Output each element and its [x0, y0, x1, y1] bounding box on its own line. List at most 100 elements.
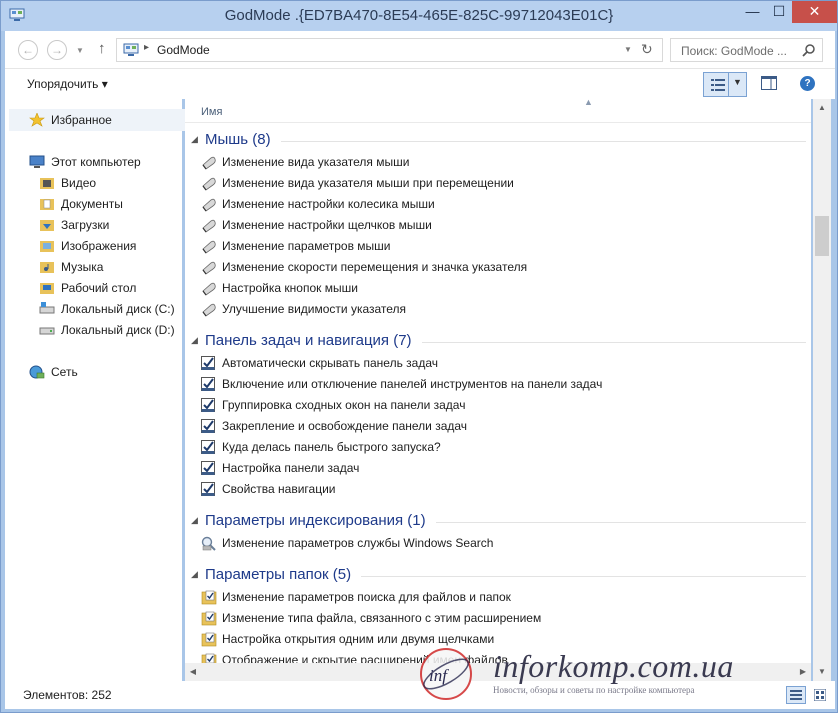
recent-locations-chevron-icon[interactable]: ▼	[76, 46, 84, 55]
search-icon[interactable]	[802, 43, 816, 57]
column-header-name[interactable]: Имя ▲	[185, 99, 811, 123]
collapse-chevron-icon[interactable]: ◢	[191, 515, 198, 526]
list-item-label: Улучшение видимости указателя	[222, 302, 407, 316]
list-item-label: Изменение вида указателя мыши при переме…	[222, 176, 514, 190]
list-item-label: Настройка панели задач	[222, 461, 360, 475]
group-divider	[361, 576, 806, 577]
list-item[interactable]: Изменение параметров поиска для файлов и…	[185, 587, 811, 608]
file-list: Имя ▲ ◢ Мышь (8) Изменение вида указателя …	[185, 99, 811, 681]
view-button-divider	[728, 73, 729, 96]
list-item[interactable]: Изменение типа файла, связанного с этим …	[185, 608, 811, 629]
group-header[interactable]: ◢ Мышь (8)	[185, 128, 811, 152]
change-view-button[interactable]: ▼	[703, 72, 747, 97]
list-item[interactable]: Изменение параметров мыши	[185, 236, 811, 257]
list-item-label: Включение или отключение панелей инструм…	[222, 377, 603, 391]
list-item[interactable]: Автоматически скрывать панель задач	[185, 353, 811, 374]
details-view-button[interactable]	[786, 686, 806, 704]
details-view-icon	[711, 79, 725, 91]
list-item-label: Изменение параметров службы Windows Sear…	[222, 536, 494, 550]
list-item[interactable]: Изменение вида указателя мыши при переме…	[185, 173, 811, 194]
list-item[interactable]: Группировка сходных окон на панели задач	[185, 395, 811, 416]
breadcrumb-separator[interactable]: ▸	[144, 42, 149, 53]
collapse-chevron-icon[interactable]: ◢	[191, 134, 198, 145]
breadcrumb-godmode[interactable]: GodMode	[157, 43, 210, 57]
address-bar[interactable]: ▸ GodMode ▼ ↻	[116, 38, 663, 62]
search-input[interactable]: Поиск: GodMode ...	[681, 44, 787, 58]
help-button[interactable]: ?	[800, 76, 815, 91]
large-icons-view-button[interactable]	[811, 686, 831, 704]
search-box[interactable]: Поиск: GodMode ...	[670, 38, 823, 62]
list-item[interactable]: Изменение скорости перемещения и значка …	[185, 257, 811, 278]
collapse-chevron-icon[interactable]: ◢	[191, 569, 198, 580]
list-item-label: Изменение настройки щелчков мыши	[222, 218, 432, 232]
list-item[interactable]: Настройка панели задач	[185, 458, 811, 479]
vertical-scrollbar[interactable]: ▲ ▼	[813, 99, 831, 681]
sidebar-item-label: Документы	[61, 197, 123, 211]
sidebar-item-label: Локальный диск (C:)	[61, 302, 175, 316]
group-header[interactable]: ◢ Параметры папок (5)	[185, 563, 811, 587]
taskbar-icon	[201, 482, 217, 497]
drive-icon	[39, 327, 55, 335]
list-item[interactable]: Настройка кнопок мыши	[185, 278, 811, 299]
list-item[interactable]: Настройка открытия одним или двумя щелчк…	[185, 629, 811, 650]
list-item-label: Изменение типа файла, связанного с этим …	[222, 611, 542, 625]
list-item-label: Изменение скорости перемещения и значка …	[222, 260, 528, 274]
group-header[interactable]: ◢ Параметры индексирования (1)	[185, 509, 811, 533]
maximize-button[interactable]: ☐	[766, 1, 792, 23]
list-item[interactable]: Изменение настройки щелчков мыши	[185, 215, 811, 236]
scroll-up-icon[interactable]: ▲	[813, 99, 831, 117]
downloads-folder-icon	[40, 220, 54, 231]
indexing-icon	[201, 536, 217, 551]
scroll-down-icon[interactable]: ▼	[813, 663, 831, 681]
list-item[interactable]: Включение или отключение панелей инструм…	[185, 374, 811, 395]
scroll-thumb[interactable]	[815, 216, 829, 256]
sidebar-item-label: Избранное	[51, 113, 112, 127]
close-button[interactable]: ✕	[792, 1, 837, 23]
mouse-icon	[201, 239, 217, 254]
list-item[interactable]: Куда делась панель быстрого запуска?	[185, 437, 811, 458]
folder-options-icon	[201, 611, 217, 626]
up-button[interactable]: ↑	[98, 40, 106, 57]
refresh-button[interactable]: ↻	[641, 41, 653, 58]
navigation-bar: ← → ▼ ↑ ▸ GodMode ▼ ↻ Поиск: GodMode ...	[5, 31, 835, 69]
collapse-chevron-icon[interactable]: ◢	[191, 335, 198, 346]
mouse-icon	[201, 218, 217, 233]
list-item[interactable]: Изменение параметров службы Windows Sear…	[185, 533, 811, 554]
list-item-label: Группировка сходных окон на панели задач	[222, 398, 466, 412]
list-item-label: Изменение вида указателя мыши	[222, 155, 410, 169]
command-bar: Упорядочить ▾ ▼ ?	[5, 69, 835, 99]
group-divider	[436, 522, 806, 523]
list-item-label: Закрепление и освобождение панели задач	[222, 419, 468, 433]
mouse-icon	[201, 302, 217, 317]
forward-button[interactable]: →	[47, 40, 67, 60]
control-panel-icon	[123, 43, 139, 56]
list-item[interactable]: Изменение настройки колесика мыши	[185, 194, 811, 215]
list-item[interactable]: Улучшение видимости указателя	[185, 299, 811, 320]
organize-button[interactable]: Упорядочить ▾	[27, 77, 108, 91]
list-item-label: Изменение настройки колесика мыши	[222, 197, 435, 211]
music-folder-icon	[40, 262, 54, 273]
explorer-window: GodMode .{ED7BA470-8E54-465E-825C-997120…	[0, 0, 838, 713]
preview-pane-icon[interactable]	[761, 76, 777, 90]
address-dropdown-chevron-icon[interactable]: ▼	[624, 45, 632, 54]
list-item[interactable]: Изменение вида указателя мыши	[185, 152, 811, 173]
pictures-folder-icon	[40, 241, 54, 252]
scroll-left-icon[interactable]: ◀	[185, 663, 201, 681]
back-button[interactable]: ←	[18, 40, 38, 60]
list-item-label: Настройка кнопок мыши	[222, 281, 358, 295]
title-bar[interactable]: GodMode .{ED7BA470-8E54-465E-825C-997120…	[1, 1, 837, 31]
group-header[interactable]: ◢ Панель задач и навигация (7)	[185, 329, 811, 353]
sidebar-item-label: Этот компьютер	[51, 155, 141, 169]
scroll-right-icon[interactable]: ▶	[795, 663, 811, 681]
column-header-label: Имя	[201, 106, 223, 118]
sidebar-item-label: Локальный диск (D:)	[61, 323, 175, 337]
minimize-button[interactable]: —	[739, 1, 766, 23]
view-dropdown-chevron-icon[interactable]: ▼	[733, 77, 742, 87]
sidebar-item-label: Видео	[61, 176, 97, 190]
horizontal-scrollbar[interactable]: ◀ ▶	[185, 663, 811, 681]
taskbar-icon	[201, 419, 217, 434]
list-item[interactable]: Закрепление и освобождение панели задач	[185, 416, 811, 437]
mouse-icon	[201, 281, 217, 296]
list-item[interactable]: Свойства навигации	[185, 479, 811, 500]
item-count: Элементов: 252	[23, 688, 112, 702]
